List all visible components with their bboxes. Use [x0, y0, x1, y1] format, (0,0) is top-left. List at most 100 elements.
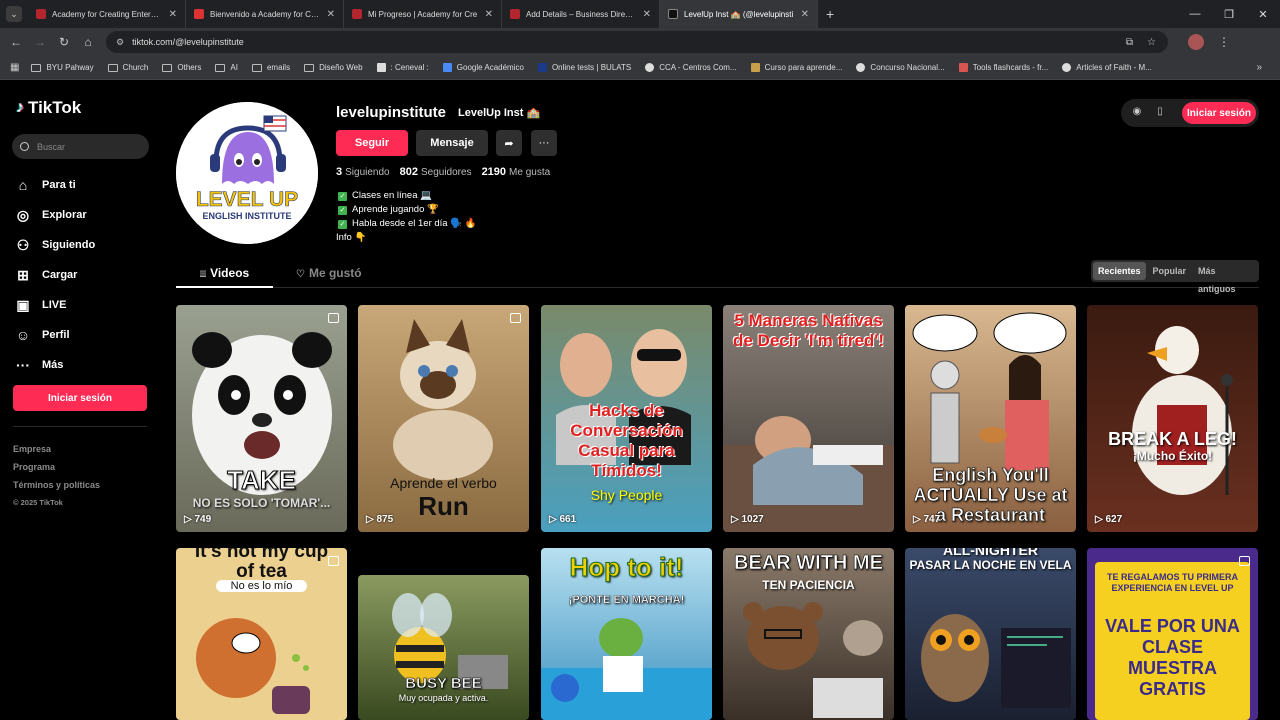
sidebar-item-siguiendo[interactable]: ⚇ Siguiendo — [14, 230, 95, 260]
site-info-icon[interactable]: ⚙ — [116, 37, 124, 48]
bookmark-folder[interactable]: BYU Pahway — [31, 63, 94, 72]
video-subcaption: ¡Mucho Éxito! — [1132, 449, 1213, 463]
reload-icon[interactable]: ↻ — [52, 35, 76, 49]
install-icon[interactable]: ⧉ — [1126, 37, 1133, 48]
video-card[interactable]: BREAK A LEG! ¡Mucho Éxito! ▷ 627 — [1087, 305, 1258, 532]
following-label: Siguiendo — [345, 167, 390, 178]
sidebar-item-perfil[interactable]: ☺ Perfil — [14, 320, 95, 350]
followers-count: 802 — [399, 166, 418, 178]
url-text: tiktok.com/@levelupinstitute — [132, 37, 244, 47]
profile-icon: ☺ — [15, 327, 31, 343]
close-icon[interactable]: ✕ — [485, 9, 493, 20]
following-stat[interactable]: 3 Siguiendo — [336, 166, 390, 178]
top-login-button[interactable]: Iniciar sesión — [1182, 102, 1256, 124]
sidebar-item-label: Más — [42, 359, 64, 371]
message-button[interactable]: Mensaje — [416, 130, 488, 156]
site-favicon-icon — [958, 63, 968, 72]
sort-recientes[interactable]: Recientes — [1093, 262, 1146, 280]
video-card[interactable]: ALL-NIGHTER PASAR LA NOCHE EN VELA — [905, 548, 1076, 720]
sidebar-login-button[interactable]: Iniciar sesión — [13, 385, 147, 411]
home-browser-icon[interactable]: ⌂ — [76, 35, 100, 49]
sidebar-item-para-ti[interactable]: ⌂ Para ti — [14, 170, 95, 200]
profile-stats: 3 Siguiendo 802 Seguidores 2190 Me gusta — [336, 166, 550, 178]
bookmark-link[interactable]: Articles of Faith - M... — [1062, 63, 1152, 72]
minimize-icon[interactable]: — — [1178, 8, 1212, 20]
browser-tab-active[interactable]: LevelUp Inst 🏫 (@levelupinsti ✕ — [660, 0, 818, 28]
sidebar-item-explorar[interactable]: ◎ Explorar — [14, 200, 95, 230]
forward-icon[interactable]: → — [28, 35, 52, 49]
bookmark-link[interactable]: CCA - Centros Com... — [645, 63, 737, 72]
close-icon[interactable]: ✕ — [801, 9, 809, 20]
new-tab-icon[interactable]: + — [826, 6, 834, 22]
browser-menu-icon[interactable]: ⋮ — [1218, 35, 1230, 49]
apps-grid-icon[interactable]: ▦ — [10, 62, 19, 73]
close-icon[interactable]: ✕ — [643, 9, 651, 20]
play-icon: ▷ — [549, 514, 560, 525]
search-input[interactable]: Buscar — [12, 134, 149, 159]
footer-link-programa[interactable]: Programa — [13, 458, 100, 476]
close-icon[interactable]: ✕ — [327, 9, 335, 20]
video-caption: TE REGALAMOS TU PRIMERA EXPERIENCIA EN L… — [1107, 572, 1239, 593]
share-button[interactable]: ➦ — [496, 130, 522, 156]
video-card[interactable]: TAKE NO ES SOLO 'TOMAR'... ▷ 749 — [176, 305, 347, 532]
video-card[interactable]: Hacks de Conversación Casual para Tímido… — [541, 305, 712, 532]
restore-icon[interactable]: ❐ — [1212, 8, 1246, 21]
follow-button[interactable]: Seguir — [336, 130, 408, 156]
back-icon[interactable]: ← — [4, 35, 28, 49]
more-bookmarks-icon[interactable]: » — [1256, 62, 1262, 73]
tab-search-icon[interactable]: ⌄ — [6, 6, 22, 22]
bookmark-folder[interactable]: Others — [162, 63, 201, 72]
video-card[interactable]: Aprende el verbo Run ▷ 875 — [358, 305, 529, 532]
video-card[interactable]: English You'll ACTUALLY Use at a Restaur… — [905, 305, 1076, 532]
sidebar-item-live[interactable]: ▣ LIVE — [14, 290, 95, 320]
bookmark-folder[interactable]: AI — [215, 63, 238, 72]
video-subcaption: No es lo mío — [216, 580, 307, 592]
video-card[interactable]: 5 Maneras Nativas de Decir 'I'm tired'! … — [723, 305, 894, 532]
browser-tab[interactable]: Mi Progreso | Academy for Cre ✕ — [344, 0, 502, 28]
bookmark-star-icon[interactable]: ☆ — [1147, 37, 1156, 48]
close-icon[interactable]: ✕ — [169, 9, 177, 20]
view-count-value: 749 — [194, 514, 212, 525]
compass-small-icon[interactable]: ◉ — [1130, 106, 1144, 120]
followers-stat[interactable]: 802 Seguidores — [400, 166, 472, 178]
video-card[interactable]: Hop to it! ¡PONTE EN MARCHA! — [541, 548, 712, 720]
video-card[interactable]: It's not my cup of tea No es lo mío — [176, 548, 347, 720]
tiktok-logo[interactable]: ♪ TikTok — [16, 98, 81, 118]
video-caption: ALL-NIGHTER — [943, 548, 1038, 558]
browser-profile-avatar[interactable] — [1188, 34, 1204, 50]
folder-icon — [31, 63, 42, 72]
bookmark-label: CCA - Centros Com... — [659, 63, 737, 72]
sidebar-item-cargar[interactable]: ⊞ Cargar — [14, 260, 95, 290]
browser-tab[interactable]: Add Details – Business Director ✕ — [502, 0, 660, 28]
window-close-icon[interactable]: ✕ — [1246, 8, 1280, 21]
bookmark-link[interactable]: Concurso Nacional... — [856, 63, 945, 72]
video-caption: Aprende el verbo — [390, 475, 497, 491]
phone-icon[interactable]: ▯ — [1153, 106, 1167, 120]
video-card[interactable]: BEAR WITH ME TEN PACIENCIA — [723, 548, 894, 720]
followers-label: Seguidores — [420, 167, 472, 178]
view-count-value: 661 — [559, 514, 577, 525]
bookmark-link[interactable]: Google Académico — [442, 63, 524, 72]
footer-link-empresa[interactable]: Empresa — [13, 440, 100, 458]
url-field[interactable]: ⚙ tiktok.com/@levelupinstitute ⧉ ☆ — [106, 31, 1168, 53]
browser-tab[interactable]: Bienvenido a Academy for Crea ✕ — [186, 0, 344, 28]
video-card[interactable]: BUSY BEE Muy ocupada y activa. — [358, 575, 529, 720]
bookmark-folder[interactable]: Church — [107, 63, 148, 72]
more-options-button[interactable]: ··· — [531, 130, 557, 156]
profile-avatar[interactable]: LEVEL UP ENGLISH INSTITUTE — [176, 102, 318, 244]
bookmark-link[interactable]: Curso para aprende... — [750, 63, 842, 72]
sort-popular[interactable]: Popular — [1148, 262, 1192, 280]
bookmark-link[interactable]: Online tests | BULATS — [537, 63, 631, 72]
browser-tab[interactable]: Academy for Creating Enterprise ✕ — [28, 0, 186, 28]
tab-videos[interactable]: ⦙⦙⦙ Videos — [200, 266, 249, 280]
sort-antiguos[interactable]: Más antiguos — [1193, 262, 1259, 294]
bookmark-folder[interactable]: emails — [251, 63, 290, 72]
bookmark-folder[interactable]: Diseño Web — [304, 63, 363, 72]
bookmark-link[interactable]: Tools flashcards - fr... — [958, 63, 1048, 72]
footer-link-terminos[interactable]: Términos y políticas — [13, 476, 100, 494]
video-card[interactable]: TE REGALAMOS TU PRIMERA EXPERIENCIA EN L… — [1087, 548, 1258, 720]
tab-liked[interactable]: ♡ Me gustó — [296, 266, 362, 280]
bookmark-label: AI — [230, 63, 238, 72]
bookmark-link[interactable]: : Ceneval : — [376, 63, 429, 72]
sidebar-item-mas[interactable]: ··· Más — [14, 350, 95, 380]
